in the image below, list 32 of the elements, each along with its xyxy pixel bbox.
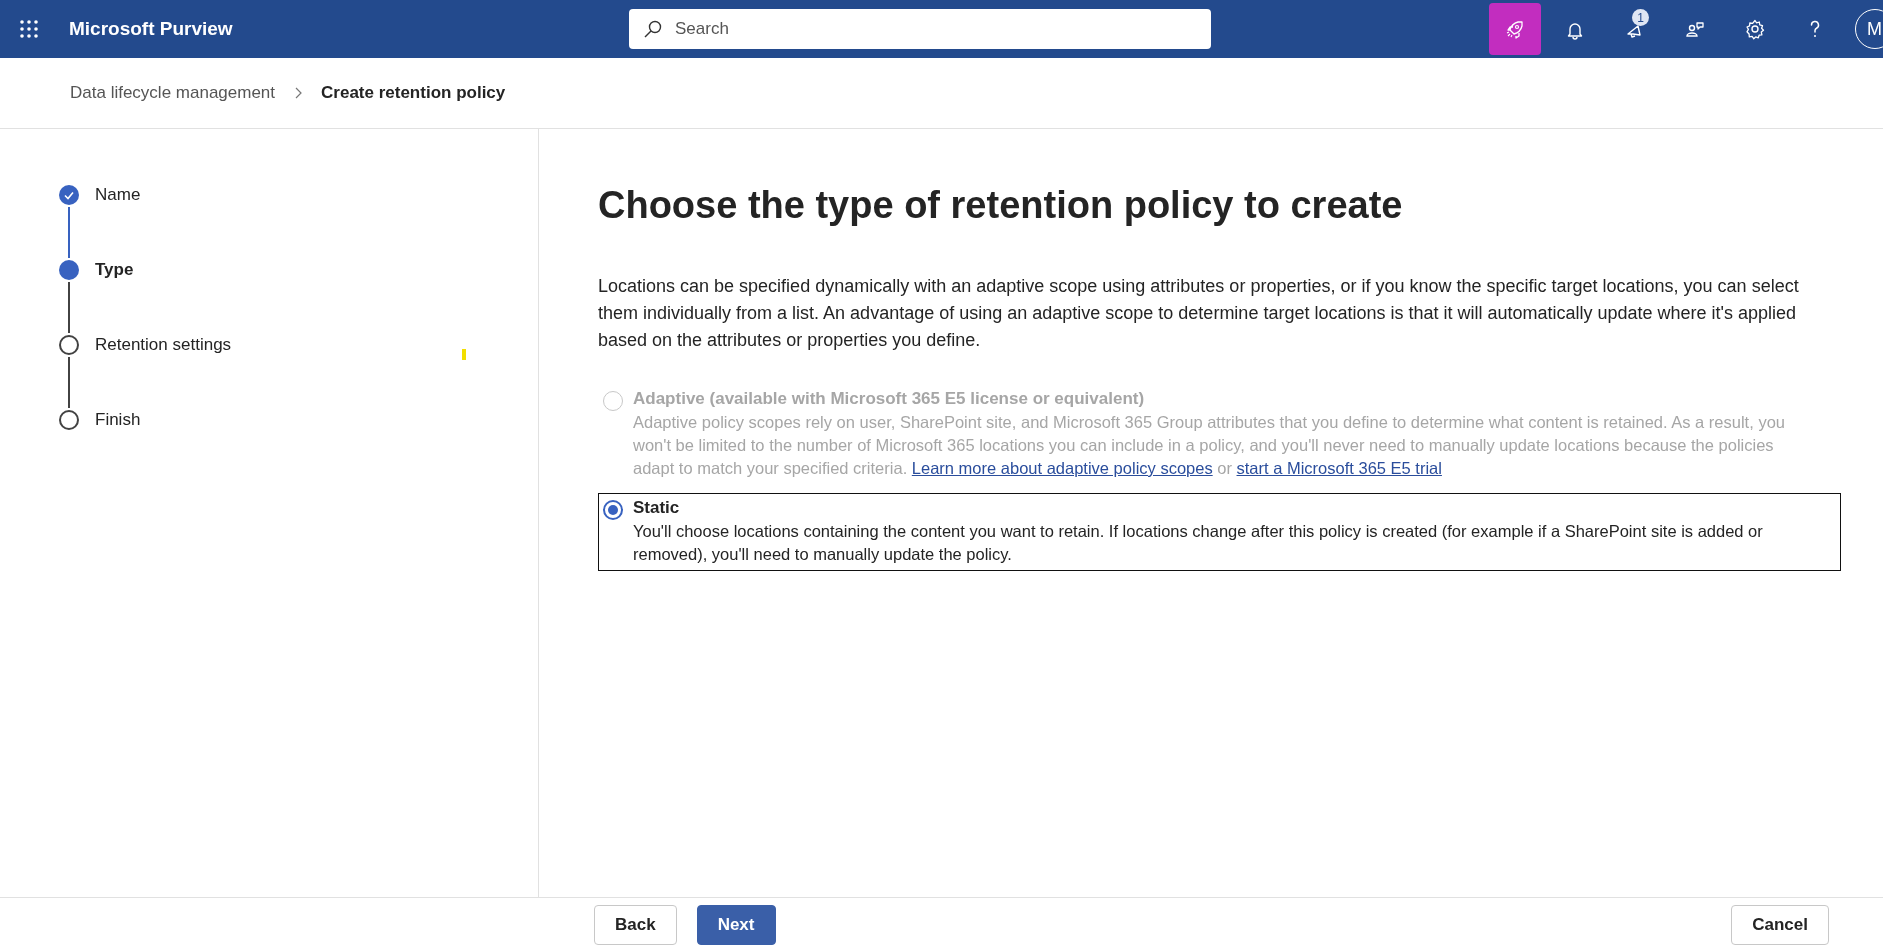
step-pending-circle: [59, 410, 79, 430]
app-title[interactable]: Microsoft Purview: [69, 18, 629, 40]
app-launcher-icon[interactable]: [19, 19, 39, 39]
back-button[interactable]: Back: [594, 904, 677, 945]
settings-icon: [1744, 18, 1766, 40]
step-label: Name: [95, 185, 141, 205]
search-field[interactable]: Search: [629, 9, 1211, 49]
chevron-icon: [293, 86, 304, 100]
megaphone-button[interactable]: 1: [1609, 3, 1661, 55]
option-label: Static: [633, 498, 681, 518]
option-description: Adaptive policy scopes rely on user, SharePoint site, and Microsoft 365 Group attributes that you define to determine what content is retained. As a result, you won't be limited to the number of Microsoft 365 locations you can include in a policy, and you'll never need to manually update locations because the policies adapt to match your specified criteria. Learn more about adaptive policy scopes or start a Microsoft 365 E5 trial: [633, 412, 1786, 479]
step-current-dot: [59, 260, 79, 280]
radio-option[interactable]: [598, 493, 1841, 571]
breadcrumb-current: Create retention policy: [321, 83, 506, 103]
breadcrumb-link[interactable]: Data lifecycle management: [70, 83, 276, 103]
next-button[interactable]: Next: [696, 904, 776, 945]
intro-paragraph: Locations can be specified dynamically with an adaptive scope using attributes or properties, or if you know the specific target locations, you can select them individually from a list. An advantage of using an adaptive scope to determine target locations is that it will automatically update where it's applied based on the attributes or properties you define.: [598, 275, 1800, 352]
notification-badge: 1: [1632, 9, 1649, 26]
step-label: Retention settings: [95, 335, 232, 355]
page-title: Choose the type of retention policy to create: [598, 184, 1404, 227]
step-label: Finish: [95, 410, 141, 430]
rocket-icon: [1504, 18, 1526, 40]
step-check-icon: [59, 185, 79, 205]
option-label: Adaptive (available with Microsoft 365 E5 license or equivalent): [633, 389, 1146, 409]
search-icon: [643, 19, 663, 39]
highlight-mark: [462, 349, 466, 360]
step-label: Type: [95, 260, 134, 280]
step-pending-circle: [59, 335, 79, 355]
cancel-button[interactable]: Cancel: [1731, 904, 1829, 945]
radio-button[interactable]: [603, 500, 623, 520]
option-description: You'll choose locations containing the content you want to retain. If locations change after this policy is created (for example if a SharePoint site is added or removed), you'll need to manually update the policy.: [633, 521, 1764, 565]
rocket-button[interactable]: [1489, 3, 1541, 55]
